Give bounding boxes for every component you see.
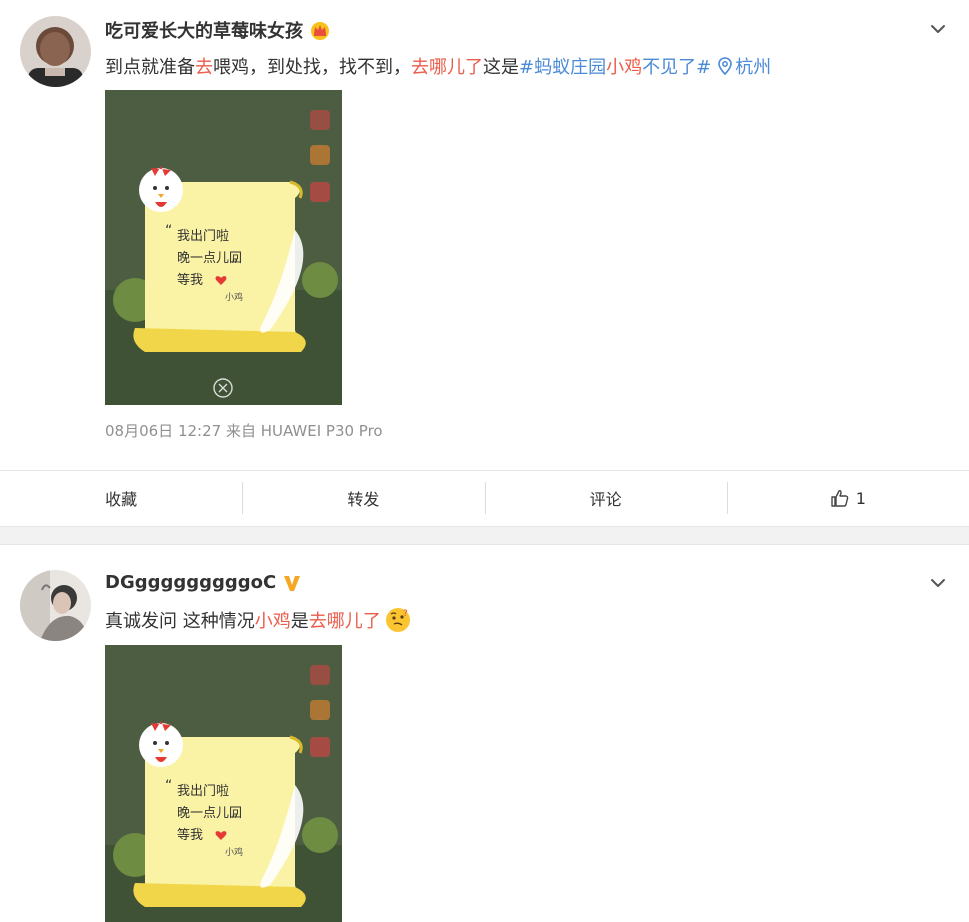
avatar[interactable] — [20, 570, 91, 641]
note-signature: 小鸡 — [225, 846, 243, 858]
comment-button[interactable]: 评论 — [484, 471, 727, 525]
svg-text:”: ” — [231, 258, 238, 274]
action-bar: 收藏 转发 评论 1 — [0, 471, 969, 525]
svg-text:“: “ — [165, 223, 172, 239]
text-segment: 喂鸡，到处找，找不到， — [213, 57, 411, 78]
note-signature: 小鸡 — [225, 291, 243, 303]
svg-text:?: ? — [403, 609, 408, 619]
note-line-3: 等我 — [177, 272, 203, 288]
note-line-1: 我出门啦 — [177, 784, 229, 799]
verified-v-icon — [284, 575, 301, 591]
thinking-face-icon: ? — [385, 608, 410, 632]
svg-text:“: “ — [165, 778, 172, 794]
comment-label: 评论 — [589, 490, 622, 509]
username[interactable]: 吃可爱长大的草莓味女孩 — [105, 17, 331, 43]
hashtag-link[interactable]: #蚂蚁庄园 — [519, 53, 606, 79]
weibo-post: 吃可爱长大的草莓味女孩 到点就准备 去 喂鸡，到处找，找不到， 去哪儿了 这是 … — [0, 0, 969, 514]
username-text[interactable]: 吃可爱长大的草莓味女孩 — [105, 17, 303, 43]
username-text[interactable]: DGgggggggggoC — [105, 572, 276, 593]
avatar[interactable] — [20, 16, 91, 87]
post-text: 到点就准备 去 喂鸡，到处找，找不到， 去哪儿了 这是 #蚂蚁庄园 小鸡 不见了# … — [105, 53, 771, 79]
repost-label: 转发 — [347, 490, 380, 509]
text-segment: 到点就准备 — [105, 57, 195, 78]
text-segment: 是 — [290, 611, 309, 632]
text-segment: 这是 — [483, 57, 519, 78]
chevron-down-icon[interactable] — [929, 574, 947, 592]
text-segment: 真诚发问 这种情况 — [105, 611, 255, 632]
chevron-down-icon[interactable] — [929, 20, 947, 38]
post-meta: 08月06日 12:27 来自 HUAWEI P30 Pro — [105, 422, 383, 440]
keyword-link[interactable]: 去 — [195, 53, 213, 79]
location-text: 杭州 — [735, 57, 772, 78]
like-count: 1 — [855, 488, 866, 508]
weibo-post: DGgggggggggoC 真诚发问 这种情况 小鸡 是 去哪儿了 ? 我出门啦… — [0, 545, 969, 922]
like-button[interactable]: 1 — [726, 471, 969, 525]
svg-text:”: ” — [231, 813, 238, 829]
favorite-button[interactable]: 收藏 — [0, 471, 242, 525]
post-text: 真诚发问 这种情况 小鸡 是 去哪儿了 ? — [105, 607, 411, 633]
keyword-link[interactable]: 去哪儿了 — [411, 53, 483, 79]
hashtag-keyword[interactable]: 小鸡 — [606, 53, 642, 79]
keyword-link[interactable]: 小鸡 — [255, 607, 291, 633]
username[interactable]: DGgggggggggoC — [105, 572, 302, 593]
feed-separator — [0, 526, 969, 545]
note-line-1: 我出门啦 — [177, 229, 229, 244]
post-image[interactable]: 我出门啦 晚一点儿回 等我 “ ” 小鸡 — [105, 645, 342, 922]
repost-button[interactable]: 转发 — [242, 471, 484, 525]
hashtag-link[interactable]: 不见了# — [642, 53, 711, 79]
post-image[interactable]: 我出门啦 晚一点儿回 等我 “ ” 小鸡 — [105, 90, 342, 405]
location-pin-icon — [718, 57, 732, 75]
location-link[interactable]: 杭州 — [717, 53, 771, 79]
crown-icon — [311, 22, 329, 40]
favorite-label: 收藏 — [105, 490, 138, 509]
keyword-link[interactable]: 去哪儿了 — [309, 607, 381, 633]
thumbs-up-icon — [831, 490, 849, 507]
note-line-3: 等我 — [177, 827, 203, 843]
